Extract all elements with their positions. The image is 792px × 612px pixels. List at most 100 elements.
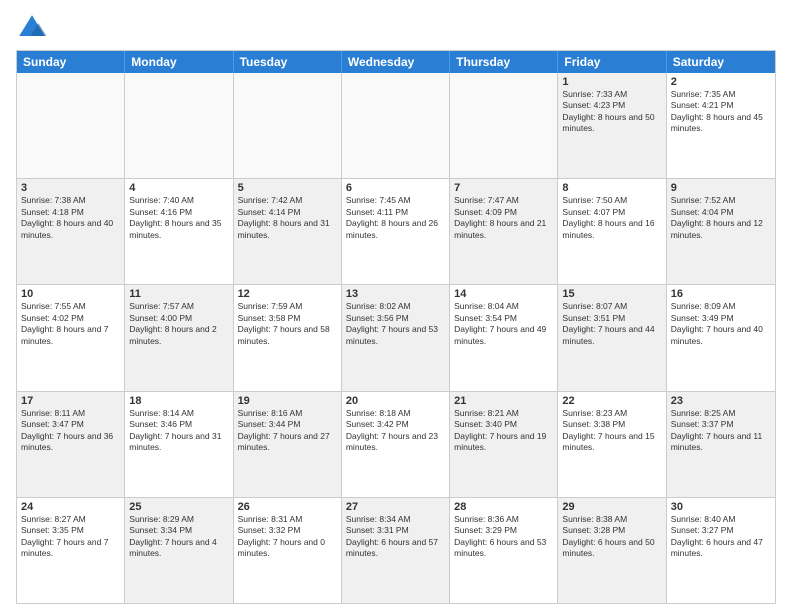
calendar-cell-8: 8Sunrise: 7:50 AM Sunset: 4:07 PM Daylig… — [558, 179, 666, 284]
day-number: 13 — [346, 288, 445, 300]
header-day-friday: Friday — [558, 51, 666, 73]
calendar-cell-15: 15Sunrise: 8:07 AM Sunset: 3:51 PM Dayli… — [558, 285, 666, 390]
day-number: 17 — [21, 395, 120, 407]
calendar-cell-empty-0-0 — [17, 73, 125, 178]
day-info: Sunrise: 7:50 AM Sunset: 4:07 PM Dayligh… — [562, 195, 661, 241]
header — [16, 12, 776, 44]
calendar-cell-4: 4Sunrise: 7:40 AM Sunset: 4:16 PM Daylig… — [125, 179, 233, 284]
calendar-cell-7: 7Sunrise: 7:47 AM Sunset: 4:09 PM Daylig… — [450, 179, 558, 284]
day-info: Sunrise: 8:34 AM Sunset: 3:31 PM Dayligh… — [346, 514, 445, 560]
calendar-cell-16: 16Sunrise: 8:09 AM Sunset: 3:49 PM Dayli… — [667, 285, 775, 390]
day-info: Sunrise: 8:29 AM Sunset: 3:34 PM Dayligh… — [129, 514, 228, 560]
calendar-cell-empty-0-4 — [450, 73, 558, 178]
day-info: Sunrise: 7:52 AM Sunset: 4:04 PM Dayligh… — [671, 195, 771, 241]
calendar-cell-25: 25Sunrise: 8:29 AM Sunset: 3:34 PM Dayli… — [125, 498, 233, 603]
day-info: Sunrise: 7:55 AM Sunset: 4:02 PM Dayligh… — [21, 301, 120, 347]
day-info: Sunrise: 8:31 AM Sunset: 3:32 PM Dayligh… — [238, 514, 337, 560]
day-number: 15 — [562, 288, 661, 300]
day-number: 14 — [454, 288, 553, 300]
day-info: Sunrise: 8:27 AM Sunset: 3:35 PM Dayligh… — [21, 514, 120, 560]
day-info: Sunrise: 8:21 AM Sunset: 3:40 PM Dayligh… — [454, 408, 553, 454]
calendar-cell-27: 27Sunrise: 8:34 AM Sunset: 3:31 PM Dayli… — [342, 498, 450, 603]
calendar-cell-24: 24Sunrise: 8:27 AM Sunset: 3:35 PM Dayli… — [17, 498, 125, 603]
calendar-cell-30: 30Sunrise: 8:40 AM Sunset: 3:27 PM Dayli… — [667, 498, 775, 603]
calendar-row-3: 10Sunrise: 7:55 AM Sunset: 4:02 PM Dayli… — [17, 284, 775, 390]
calendar-cell-9: 9Sunrise: 7:52 AM Sunset: 4:04 PM Daylig… — [667, 179, 775, 284]
day-info: Sunrise: 8:25 AM Sunset: 3:37 PM Dayligh… — [671, 408, 771, 454]
day-info: Sunrise: 7:47 AM Sunset: 4:09 PM Dayligh… — [454, 195, 553, 241]
day-number: 3 — [21, 182, 120, 194]
logo — [16, 12, 52, 44]
day-number: 7 — [454, 182, 553, 194]
calendar-cell-29: 29Sunrise: 8:38 AM Sunset: 3:28 PM Dayli… — [558, 498, 666, 603]
day-number: 18 — [129, 395, 228, 407]
day-number: 2 — [671, 76, 771, 88]
header-day-saturday: Saturday — [667, 51, 775, 73]
calendar-cell-26: 26Sunrise: 8:31 AM Sunset: 3:32 PM Dayli… — [234, 498, 342, 603]
header-day-thursday: Thursday — [450, 51, 558, 73]
day-info: Sunrise: 7:59 AM Sunset: 3:58 PM Dayligh… — [238, 301, 337, 347]
calendar-cell-19: 19Sunrise: 8:16 AM Sunset: 3:44 PM Dayli… — [234, 392, 342, 497]
day-number: 9 — [671, 182, 771, 194]
day-number: 22 — [562, 395, 661, 407]
calendar-cell-11: 11Sunrise: 7:57 AM Sunset: 4:00 PM Dayli… — [125, 285, 233, 390]
day-info: Sunrise: 8:09 AM Sunset: 3:49 PM Dayligh… — [671, 301, 771, 347]
day-info: Sunrise: 8:11 AM Sunset: 3:47 PM Dayligh… — [21, 408, 120, 454]
calendar-cell-empty-0-2 — [234, 73, 342, 178]
day-info: Sunrise: 8:38 AM Sunset: 3:28 PM Dayligh… — [562, 514, 661, 560]
page: SundayMondayTuesdayWednesdayThursdayFrid… — [0, 0, 792, 612]
calendar-cell-1: 1Sunrise: 7:33 AM Sunset: 4:23 PM Daylig… — [558, 73, 666, 178]
day-info: Sunrise: 8:14 AM Sunset: 3:46 PM Dayligh… — [129, 408, 228, 454]
day-number: 25 — [129, 501, 228, 513]
calendar-cell-5: 5Sunrise: 7:42 AM Sunset: 4:14 PM Daylig… — [234, 179, 342, 284]
day-number: 12 — [238, 288, 337, 300]
calendar-cell-12: 12Sunrise: 7:59 AM Sunset: 3:58 PM Dayli… — [234, 285, 342, 390]
day-info: Sunrise: 7:35 AM Sunset: 4:21 PM Dayligh… — [671, 89, 771, 135]
calendar-body: 1Sunrise: 7:33 AM Sunset: 4:23 PM Daylig… — [17, 73, 775, 603]
day-info: Sunrise: 7:57 AM Sunset: 4:00 PM Dayligh… — [129, 301, 228, 347]
day-number: 5 — [238, 182, 337, 194]
calendar-cell-14: 14Sunrise: 8:04 AM Sunset: 3:54 PM Dayli… — [450, 285, 558, 390]
calendar-cell-10: 10Sunrise: 7:55 AM Sunset: 4:02 PM Dayli… — [17, 285, 125, 390]
day-info: Sunrise: 7:42 AM Sunset: 4:14 PM Dayligh… — [238, 195, 337, 241]
calendar-cell-2: 2Sunrise: 7:35 AM Sunset: 4:21 PM Daylig… — [667, 73, 775, 178]
day-number: 23 — [671, 395, 771, 407]
calendar-row-5: 24Sunrise: 8:27 AM Sunset: 3:35 PM Dayli… — [17, 497, 775, 603]
calendar-cell-6: 6Sunrise: 7:45 AM Sunset: 4:11 PM Daylig… — [342, 179, 450, 284]
header-day-tuesday: Tuesday — [234, 51, 342, 73]
calendar-row-2: 3Sunrise: 7:38 AM Sunset: 4:18 PM Daylig… — [17, 178, 775, 284]
header-day-wednesday: Wednesday — [342, 51, 450, 73]
day-number: 6 — [346, 182, 445, 194]
day-info: Sunrise: 8:02 AM Sunset: 3:56 PM Dayligh… — [346, 301, 445, 347]
day-number: 10 — [21, 288, 120, 300]
day-info: Sunrise: 8:23 AM Sunset: 3:38 PM Dayligh… — [562, 408, 661, 454]
day-number: 20 — [346, 395, 445, 407]
calendar-row-1: 1Sunrise: 7:33 AM Sunset: 4:23 PM Daylig… — [17, 73, 775, 178]
calendar-cell-13: 13Sunrise: 8:02 AM Sunset: 3:56 PM Dayli… — [342, 285, 450, 390]
day-info: Sunrise: 7:45 AM Sunset: 4:11 PM Dayligh… — [346, 195, 445, 241]
calendar-header: SundayMondayTuesdayWednesdayThursdayFrid… — [17, 51, 775, 73]
day-info: Sunrise: 8:16 AM Sunset: 3:44 PM Dayligh… — [238, 408, 337, 454]
day-number: 4 — [129, 182, 228, 194]
calendar-cell-28: 28Sunrise: 8:36 AM Sunset: 3:29 PM Dayli… — [450, 498, 558, 603]
calendar-cell-empty-0-3 — [342, 73, 450, 178]
day-info: Sunrise: 7:38 AM Sunset: 4:18 PM Dayligh… — [21, 195, 120, 241]
day-number: 29 — [562, 501, 661, 513]
day-number: 16 — [671, 288, 771, 300]
day-number: 24 — [21, 501, 120, 513]
calendar: SundayMondayTuesdayWednesdayThursdayFrid… — [16, 50, 776, 604]
day-number: 19 — [238, 395, 337, 407]
calendar-cell-23: 23Sunrise: 8:25 AM Sunset: 3:37 PM Dayli… — [667, 392, 775, 497]
calendar-cell-empty-0-1 — [125, 73, 233, 178]
calendar-cell-21: 21Sunrise: 8:21 AM Sunset: 3:40 PM Dayli… — [450, 392, 558, 497]
day-info: Sunrise: 8:18 AM Sunset: 3:42 PM Dayligh… — [346, 408, 445, 454]
header-day-sunday: Sunday — [17, 51, 125, 73]
day-info: Sunrise: 7:40 AM Sunset: 4:16 PM Dayligh… — [129, 195, 228, 241]
calendar-row-4: 17Sunrise: 8:11 AM Sunset: 3:47 PM Dayli… — [17, 391, 775, 497]
day-number: 27 — [346, 501, 445, 513]
calendar-cell-18: 18Sunrise: 8:14 AM Sunset: 3:46 PM Dayli… — [125, 392, 233, 497]
day-number: 11 — [129, 288, 228, 300]
logo-icon — [16, 12, 48, 44]
day-info: Sunrise: 8:07 AM Sunset: 3:51 PM Dayligh… — [562, 301, 661, 347]
day-number: 21 — [454, 395, 553, 407]
